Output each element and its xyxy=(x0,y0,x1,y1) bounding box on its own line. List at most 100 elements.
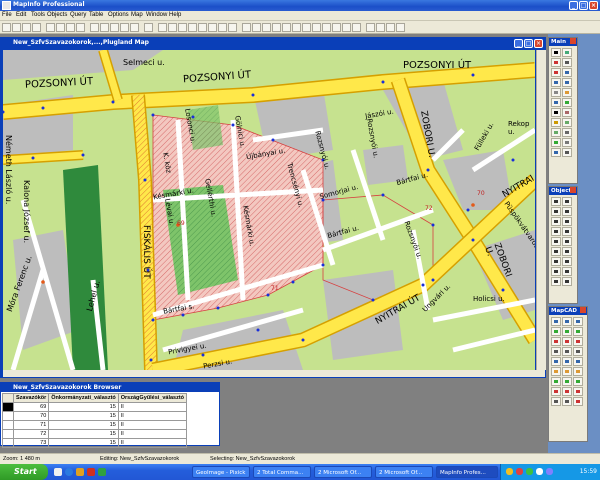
table-cell[interactable]: 15 xyxy=(48,429,119,439)
line-tool-icon[interactable] xyxy=(562,197,572,206)
region-style-tool-icon[interactable] xyxy=(562,257,572,266)
quicklaunch-app-icon[interactable] xyxy=(87,468,95,476)
unselect-all-icon[interactable] xyxy=(562,68,572,77)
reshape-tool-icon[interactable] xyxy=(551,247,561,256)
table-cell[interactable]: 73 xyxy=(12,438,50,448)
zoom-in-icon[interactable] xyxy=(178,23,187,32)
split-tool-icon[interactable] xyxy=(562,277,572,286)
new-layout-icon[interactable] xyxy=(120,23,129,32)
marquee-select-icon[interactable] xyxy=(562,48,572,57)
mapcad-undo-icon[interactable] xyxy=(562,387,572,396)
mapcad-polygon-icon[interactable] xyxy=(551,357,561,366)
text-style-icon[interactable] xyxy=(396,23,405,32)
map-minimize-button[interactable]: _ xyxy=(514,39,523,48)
mapcad-node-icon[interactable] xyxy=(551,377,561,386)
menu-window[interactable]: Window xyxy=(146,12,167,18)
boundary-select-icon[interactable] xyxy=(551,68,561,77)
mapcad-measure-icon[interactable] xyxy=(551,367,561,376)
polyline-tool-icon[interactable] xyxy=(551,207,561,216)
print-icon[interactable] xyxy=(32,23,41,32)
invert-selection-icon[interactable] xyxy=(562,148,572,157)
table-cell[interactable]: 72 xyxy=(12,429,50,439)
change-view-icon[interactable] xyxy=(551,88,561,97)
row-selector[interactable] xyxy=(2,411,14,421)
taskbar-item[interactable]: GeoImage - Pixick xyxy=(192,466,250,478)
table-row[interactable]: 71 15 II xyxy=(2,420,188,430)
text-style-tool-icon[interactable] xyxy=(562,267,572,276)
grabber-icon[interactable] xyxy=(562,88,572,97)
save-icon[interactable] xyxy=(22,23,31,32)
redistrict-icon[interactable] xyxy=(130,23,139,32)
mapcad-move-icon[interactable] xyxy=(573,337,583,346)
statistics-icon[interactable] xyxy=(562,128,572,137)
maximize-button[interactable]: □ xyxy=(579,1,588,10)
mapcad-delete-icon[interactable] xyxy=(551,387,561,396)
new-mapper-icon[interactable] xyxy=(100,23,109,32)
close-button[interactable]: × xyxy=(589,1,598,10)
mapcad-scale-icon[interactable] xyxy=(562,337,572,346)
tray-icon[interactable] xyxy=(546,468,553,475)
quicklaunch-app-icon[interactable] xyxy=(98,468,106,476)
paste-icon[interactable] xyxy=(66,23,75,32)
scale-bar-icon[interactable] xyxy=(562,138,572,147)
table-cell[interactable]: II xyxy=(117,429,188,439)
menu-help[interactable]: Help xyxy=(169,12,181,18)
new-table-icon[interactable] xyxy=(2,23,11,32)
menu-edit[interactable]: Edit xyxy=(16,12,26,18)
zoom-out-icon[interactable] xyxy=(562,78,572,87)
polygon-icon[interactable] xyxy=(282,23,291,32)
table-cell[interactable]: 15 xyxy=(48,438,119,448)
menu-options[interactable]: Options xyxy=(108,12,129,18)
mapcad-rotate-icon[interactable] xyxy=(573,327,583,336)
palette-close-icon[interactable] xyxy=(570,187,576,193)
mapcad-area-icon[interactable] xyxy=(562,367,572,376)
new-browser-icon[interactable] xyxy=(90,23,99,32)
column-header[interactable]: Szavazókör xyxy=(12,393,50,403)
mapcad-redo-icon[interactable] xyxy=(573,387,583,396)
mapcad-arc-icon[interactable] xyxy=(573,347,583,356)
column-header[interactable]: Önkormányzati_választó xyxy=(48,393,119,403)
palette-close-icon[interactable] xyxy=(570,38,576,44)
menu-tools[interactable]: Tools xyxy=(31,12,45,18)
layer-control-icon[interactable] xyxy=(562,118,572,127)
arc-tool-icon[interactable] xyxy=(562,207,572,216)
quicklaunch-browser-icon[interactable] xyxy=(65,468,73,476)
table-row[interactable]: 73 15 II xyxy=(2,438,188,448)
map-canvas[interactable]: Selmeci u. POZSONYI ÚT POZSONYI ÚT POZSO… xyxy=(3,50,535,370)
taskbar-item[interactable]: 2 Microsoft Of... xyxy=(375,466,433,478)
tray-icon[interactable] xyxy=(506,468,513,475)
text-icon[interactable] xyxy=(322,23,331,32)
zoom-out-icon[interactable] xyxy=(188,23,197,32)
map-close-button[interactable]: × xyxy=(534,39,543,48)
polyline-icon[interactable] xyxy=(262,23,271,32)
table-cell[interactable]: 15 xyxy=(48,411,119,421)
table-cell[interactable]: 15 xyxy=(48,420,119,430)
layer-control-icon[interactable] xyxy=(158,23,167,32)
table-cell[interactable]: II xyxy=(117,420,188,430)
table-row[interactable]: 69 15 II xyxy=(2,402,188,412)
menu-map[interactable]: Map xyxy=(131,12,143,18)
map-horizontal-scrollbar[interactable] xyxy=(3,370,545,377)
tray-icon[interactable] xyxy=(536,468,543,475)
mapcad-spline-icon[interactable] xyxy=(562,377,572,386)
mapcad-offset-icon[interactable] xyxy=(573,377,583,386)
minimize-button[interactable]: _ xyxy=(569,1,578,10)
table-cell[interactable]: II xyxy=(117,411,188,421)
row-selector[interactable] xyxy=(2,402,14,412)
ruler-tool-icon[interactable] xyxy=(551,118,561,127)
grabber-icon[interactable] xyxy=(198,23,207,32)
row-selector[interactable] xyxy=(2,429,14,439)
text-tool-icon[interactable] xyxy=(551,237,561,246)
new-grapher-icon[interactable] xyxy=(110,23,119,32)
table-cell[interactable]: II xyxy=(117,402,188,412)
taskbar-item[interactable]: 2 Total Comma... xyxy=(253,466,311,478)
map-window[interactable]: New_SzfvSzavazokorok,...,Plugland Map _ … xyxy=(0,37,546,378)
reshape-icon[interactable] xyxy=(342,23,351,32)
browser-window[interactable]: New_SzfvSzavazokorok Browser Szavazókör … xyxy=(0,382,220,448)
ruler-icon[interactable] xyxy=(218,23,227,32)
symbol-style-tool-icon[interactable] xyxy=(551,267,561,276)
rectangle-tool-icon[interactable] xyxy=(551,227,561,236)
palette-close-icon[interactable] xyxy=(580,307,586,313)
menu-query[interactable]: Query xyxy=(70,12,86,18)
table-cell[interactable]: II xyxy=(117,438,188,448)
